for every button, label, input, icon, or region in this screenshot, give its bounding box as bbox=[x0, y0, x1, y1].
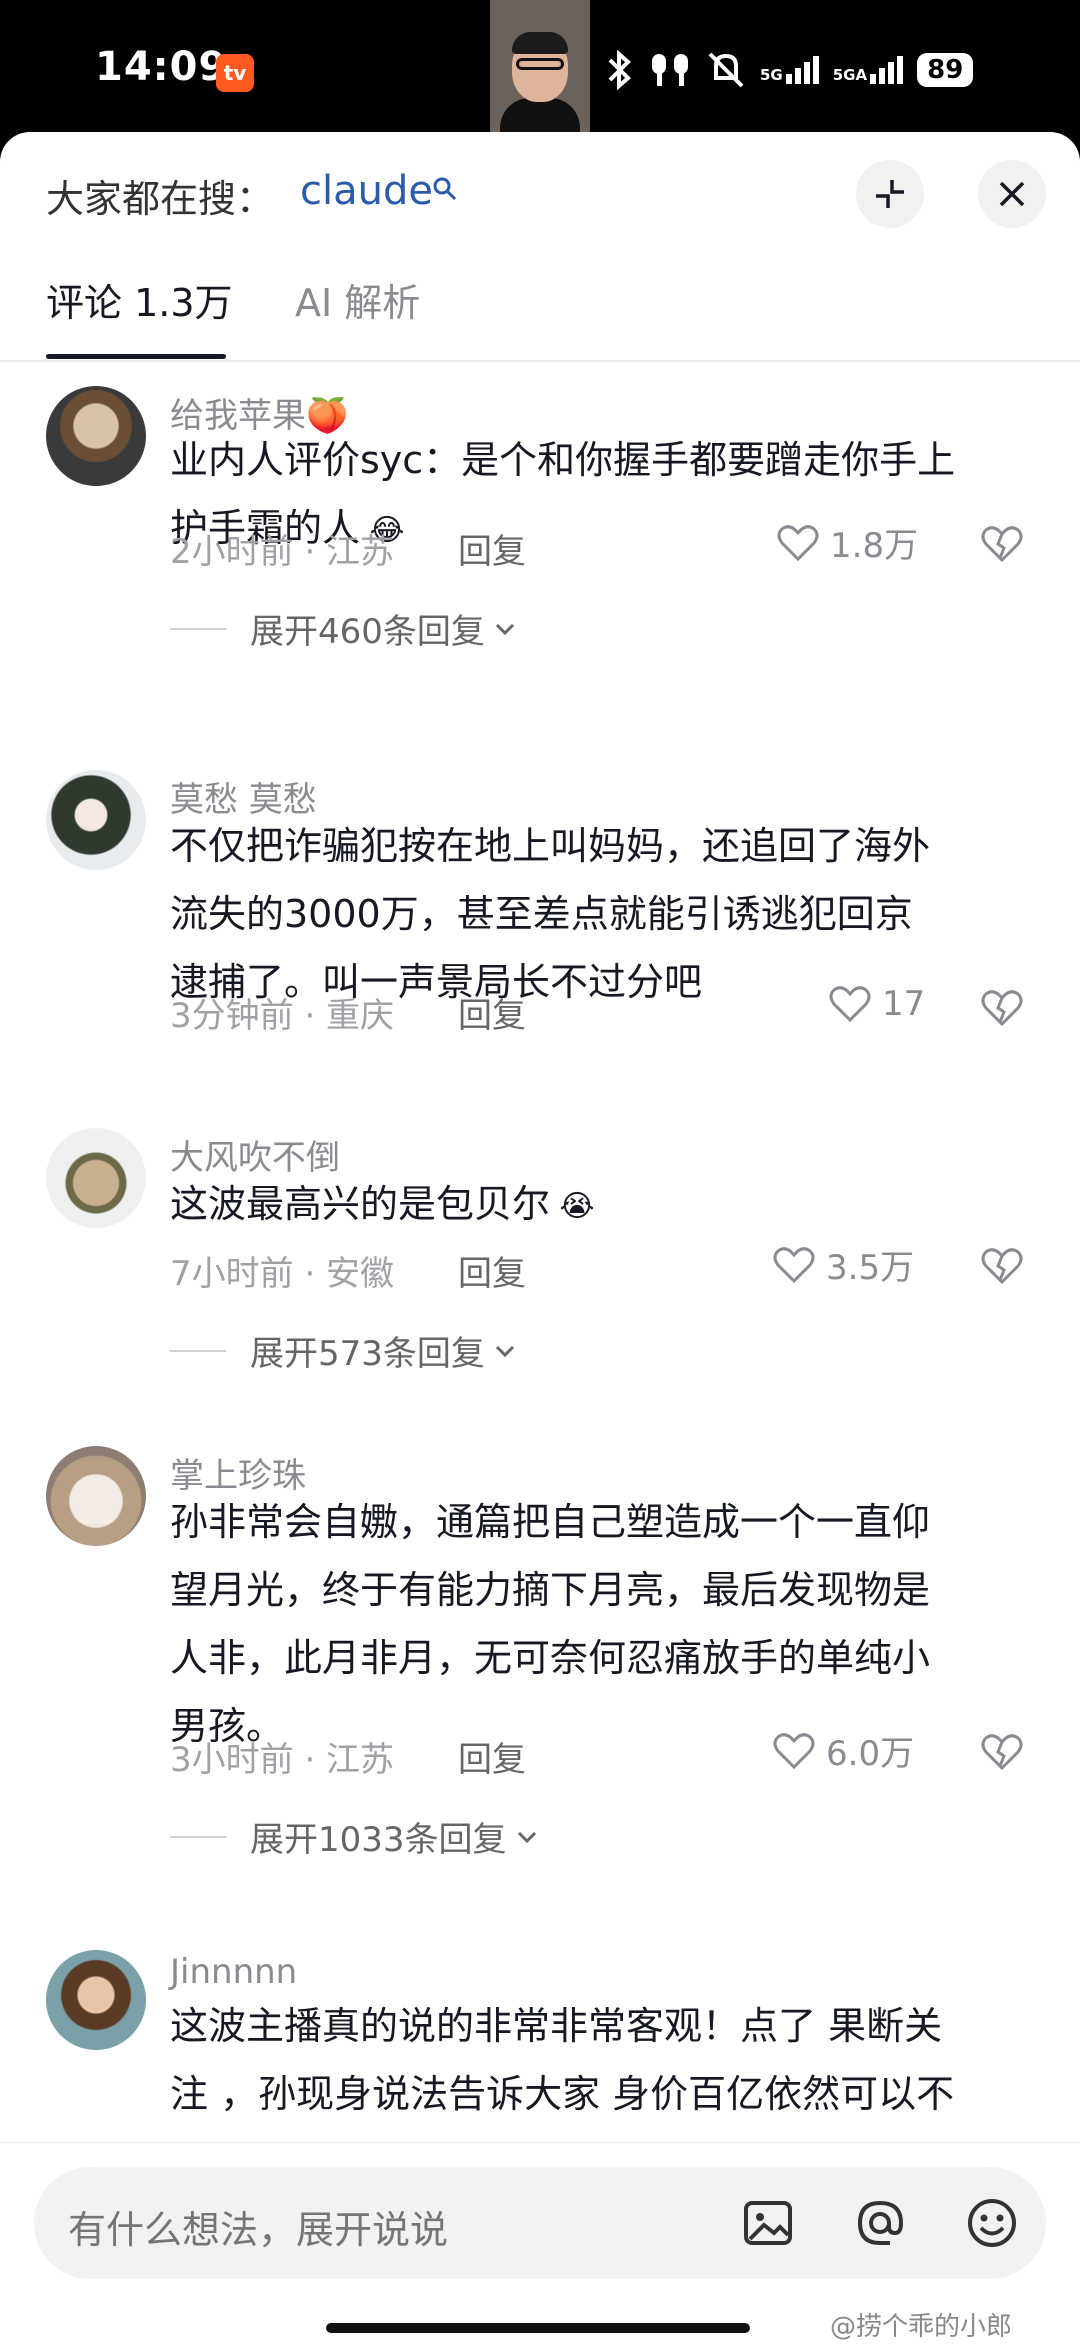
signal-5ga-icon: 5GA bbox=[833, 56, 904, 84]
comment-text: 孙非常会自嫐，通篇把自己塑造成一个一直仰 望月光，终于有能力摘下月亮，最后发现物… bbox=[170, 1500, 931, 1748]
signal-5g-icon: 5G bbox=[760, 56, 819, 84]
pip-video-thumbnail[interactable] bbox=[490, 0, 590, 132]
tab-comments[interactable]: 评论 1.3万 bbox=[46, 272, 233, 327]
heart-icon bbox=[829, 986, 871, 1023]
heart-icon bbox=[773, 1732, 815, 1769]
tab-ai-analysis[interactable]: AI 解析 bbox=[295, 272, 420, 327]
avatar[interactable] bbox=[46, 1128, 146, 1228]
comment-sheet: 大家都在搜： claude 评论 1.3万 AI 解析 给我苹果🍑 业内人评价s… bbox=[0, 132, 1080, 2344]
search-suggestion-term[interactable]: claude bbox=[300, 168, 433, 214]
search-icon bbox=[433, 177, 457, 201]
like-button[interactable]: 6.0万 bbox=[772, 1726, 914, 1775]
watermark: @捞个乖的小郎 bbox=[830, 2312, 1013, 2342]
comment-time-location: 3分钟前 · 重庆 bbox=[170, 996, 395, 1036]
home-indicator[interactable] bbox=[326, 2323, 750, 2333]
chevron-down-icon bbox=[495, 1345, 514, 1357]
expand-replies-button[interactable]: 展开460条回复 bbox=[170, 604, 519, 653]
avatar[interactable] bbox=[46, 386, 146, 486]
avatar[interactable] bbox=[46, 1446, 146, 1546]
collapse-button[interactable] bbox=[856, 160, 924, 228]
chevron-down-icon bbox=[517, 1831, 536, 1843]
comment-time-location: 7小时前 · 安徽 bbox=[170, 1254, 395, 1294]
dislike-icon[interactable] bbox=[980, 1244, 1024, 1288]
reply-button[interactable]: 回复 bbox=[458, 1246, 526, 1295]
reply-button[interactable]: 回复 bbox=[458, 988, 526, 1037]
dislike-icon[interactable] bbox=[980, 986, 1024, 1030]
search-suggestion-label: 大家都在搜： bbox=[46, 177, 275, 221]
emoji-icon[interactable] bbox=[964, 2195, 1020, 2251]
comment-text: 这波主播真的说的非常非常客观！点了 果断关 注 ，孙现身说法告诉大家 身价百亿依… bbox=[170, 2004, 955, 2116]
dislike-icon[interactable] bbox=[980, 522, 1024, 566]
comment-text: 这波最高兴的是包贝尔 😭 bbox=[170, 1170, 1045, 1238]
tab-active-indicator bbox=[46, 354, 226, 359]
like-count: 6.0万 bbox=[826, 1734, 915, 1774]
app-notification-icon: tv bbox=[216, 54, 254, 92]
image-icon[interactable] bbox=[740, 2195, 796, 2251]
avatar[interactable] bbox=[46, 1950, 146, 2050]
dislike-icon[interactable] bbox=[980, 1730, 1024, 1774]
like-button[interactable]: 1.8万 bbox=[776, 518, 918, 567]
system-icons: 5G 5GA 89 bbox=[606, 48, 974, 92]
comment-input[interactable]: 有什么想法，展开说说 bbox=[34, 2167, 1046, 2279]
bluetooth-icon bbox=[608, 50, 631, 90]
comment-time-location: 2小时前 · 江苏 bbox=[170, 532, 395, 572]
comment-username[interactable]: Jinnnnn bbox=[170, 1952, 297, 1992]
close-button[interactable] bbox=[978, 160, 1046, 228]
avatar[interactable] bbox=[46, 770, 146, 870]
comment-input-placeholder: 有什么想法，展开说说 bbox=[68, 2208, 449, 2252]
like-count: 3.5万 bbox=[826, 1248, 915, 1288]
crying-emoji-icon: 😭 bbox=[559, 1188, 595, 1224]
earbuds-icon bbox=[652, 54, 688, 86]
status-time: 14:09 bbox=[95, 44, 228, 90]
mute-icon bbox=[708, 52, 744, 88]
battery-indicator: 89 bbox=[917, 53, 974, 87]
expand-replies-button[interactable]: 展开573条回复 bbox=[170, 1326, 519, 1375]
comment-time-location: 3小时前 · 江苏 bbox=[170, 1740, 395, 1780]
tab-divider bbox=[0, 360, 1080, 362]
collapse-icon bbox=[876, 180, 904, 208]
heart-icon bbox=[777, 524, 819, 561]
reply-button[interactable]: 回复 bbox=[458, 1732, 526, 1781]
status-bar: 14:09 tv 5G 5GA 89 bbox=[0, 0, 1080, 140]
heart-icon bbox=[773, 1246, 815, 1283]
expand-replies-button[interactable]: 展开1033条回复 bbox=[170, 1812, 541, 1861]
chevron-down-icon bbox=[495, 623, 514, 635]
like-button[interactable]: 17 bbox=[828, 982, 925, 1026]
reply-button[interactable]: 回复 bbox=[458, 524, 526, 573]
like-button[interactable]: 3.5万 bbox=[772, 1240, 914, 1289]
like-count: 17 bbox=[882, 984, 926, 1024]
mention-icon[interactable] bbox=[852, 2195, 908, 2251]
like-count: 1.8万 bbox=[830, 526, 919, 566]
close-icon bbox=[999, 181, 1025, 207]
